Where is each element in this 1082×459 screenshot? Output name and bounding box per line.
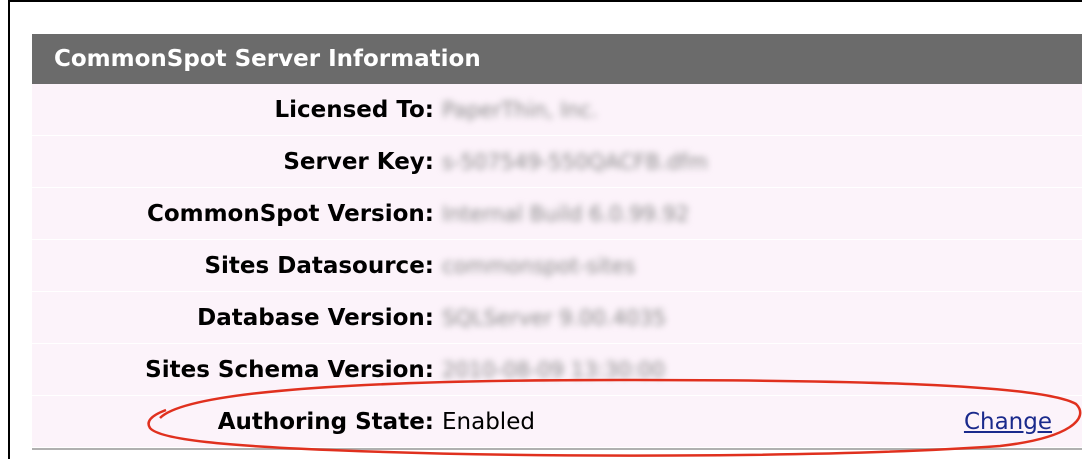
- sites-datasource-label: Sites Datasource:: [204, 252, 434, 279]
- row-sites-datasource: Sites Datasource: commonspot-sites: [32, 240, 1082, 292]
- licensed-to-label: Licensed To:: [274, 96, 434, 123]
- server-key-label: Server Key:: [283, 148, 434, 175]
- sites-schema-version-label: Sites Schema Version:: [145, 356, 434, 383]
- server-key-value: s-507549-550QACFB.dfm: [442, 149, 708, 174]
- licensed-to-value: PaperThin, Inc.: [442, 97, 598, 122]
- sites-datasource-value: commonspot-sites: [442, 253, 636, 278]
- row-licensed-to: Licensed To: PaperThin, Inc.: [32, 84, 1082, 136]
- row-sites-schema-version: Sites Schema Version: 2010-08-09 13:30:0…: [32, 344, 1082, 396]
- bottom-divider: [32, 448, 1082, 450]
- commonspot-version-label: CommonSpot Version:: [146, 200, 434, 227]
- authoring-state-label: Authoring State:: [217, 408, 434, 435]
- database-version-value: SQLServer 9.00.4035: [442, 305, 666, 330]
- change-authoring-link[interactable]: Change: [964, 409, 1052, 435]
- panel-title: CommonSpot Server Information: [32, 34, 1082, 84]
- info-rows: Licensed To: PaperThin, Inc. Server Key:…: [32, 84, 1082, 448]
- row-commonspot-version: CommonSpot Version: Internal Build 6.0.9…: [32, 188, 1082, 240]
- authoring-state-value: Enabled: [442, 408, 535, 435]
- sites-schema-version-value: 2010-08-09 13:30:00: [442, 357, 666, 382]
- database-version-label: Database Version:: [197, 304, 434, 331]
- row-server-key: Server Key: s-507549-550QACFB.dfm: [32, 136, 1082, 188]
- row-database-version: Database Version: SQLServer 9.00.4035: [32, 292, 1082, 344]
- row-authoring-state: Authoring State: Enabled Change: [32, 396, 1082, 448]
- server-info-panel: CommonSpot Server Information Licensed T…: [32, 34, 1082, 450]
- commonspot-version-value: Internal Build 6.0.99.92: [442, 201, 690, 226]
